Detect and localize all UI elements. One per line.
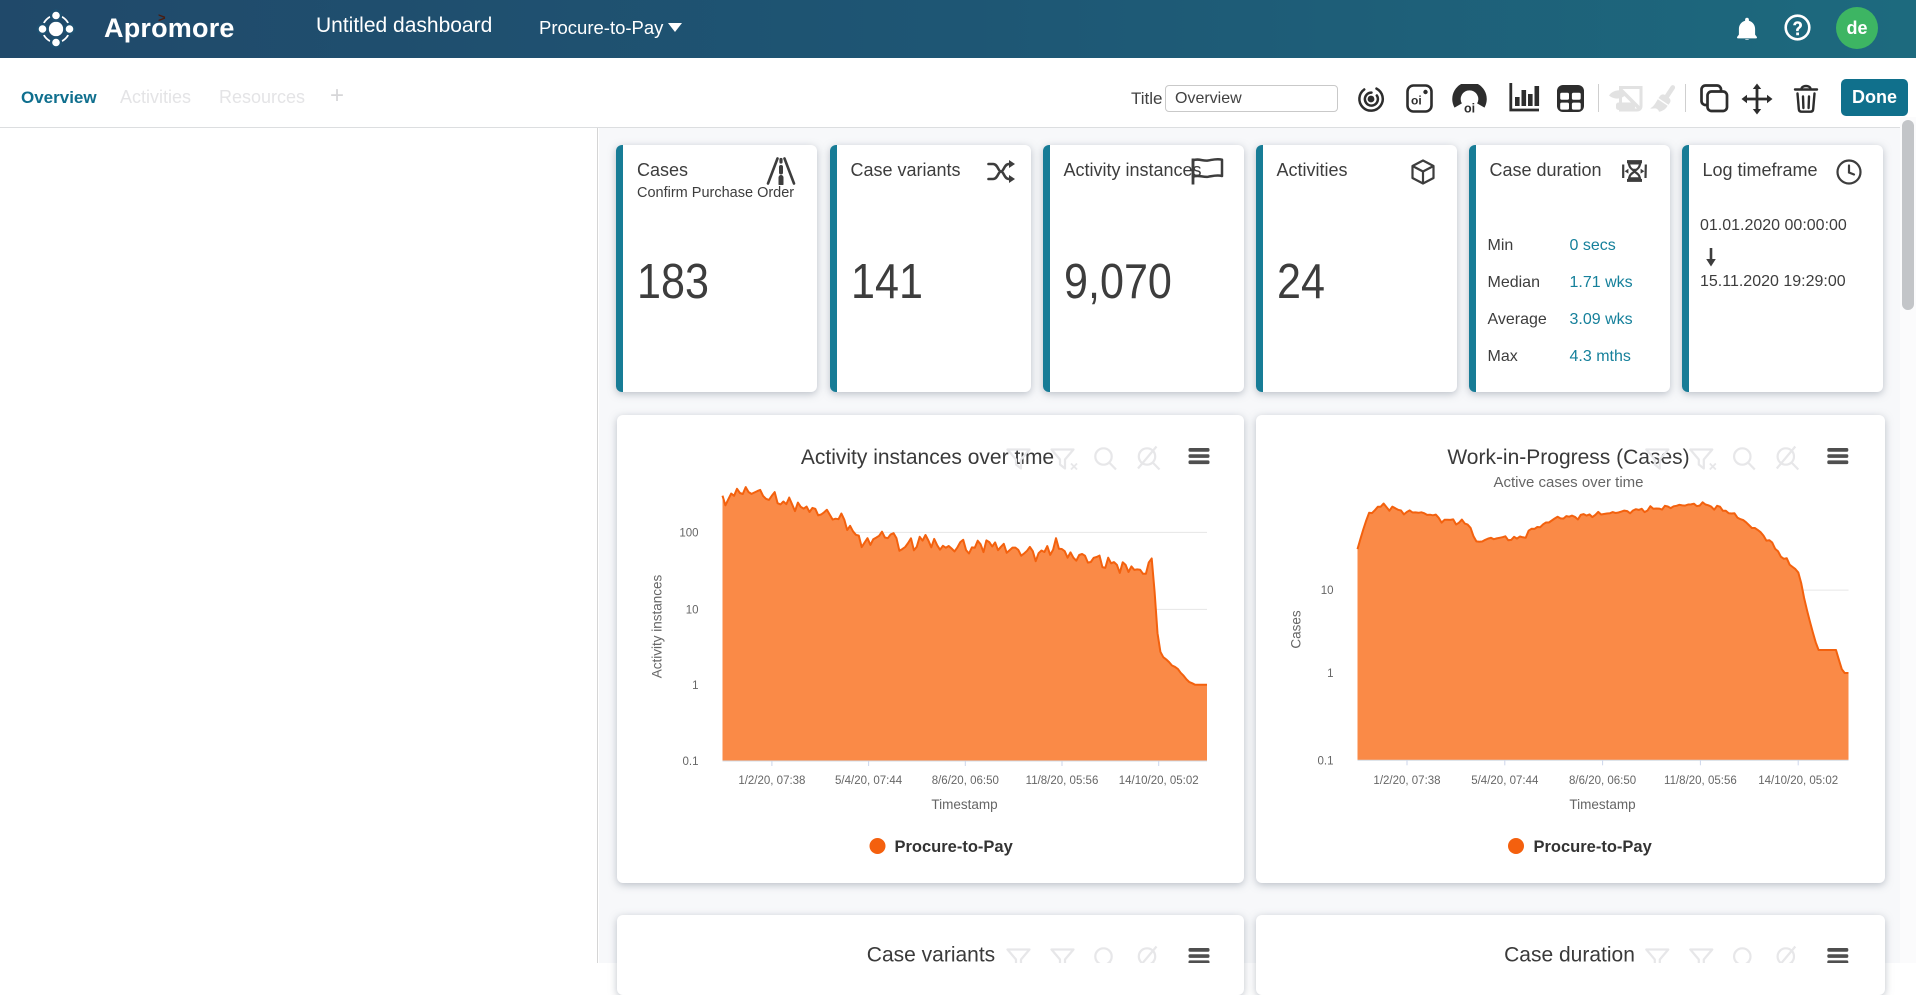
svg-text:Active cases over time: Active cases over time [1493, 474, 1643, 491]
svg-text:1: 1 [1327, 668, 1333, 680]
svg-text:10: 10 [685, 605, 698, 617]
svg-text:0.1: 0.1 [682, 756, 698, 768]
svg-text:Procure-to-Pay: Procure-to-Pay [894, 838, 1013, 856]
svg-text:Cases: Cases [1288, 610, 1303, 649]
svg-text:Case duration: Case duration [1504, 944, 1635, 964]
svg-text:5/4/20, 07:44: 5/4/20, 07:44 [1471, 775, 1539, 787]
svg-text:14/10/20, 05:02: 14/10/20, 05:02 [1118, 775, 1198, 787]
svg-text:Case variants: Case variants [866, 944, 994, 964]
svg-text:oi: oi [1464, 102, 1475, 114]
svg-text:oi: oi [1411, 94, 1422, 108]
svg-text:1/2/20, 07:38: 1/2/20, 07:38 [1373, 775, 1440, 787]
svg-text:100: 100 [679, 528, 698, 540]
svg-text:5/4/20, 07:44: 5/4/20, 07:44 [835, 775, 903, 787]
svg-text:0.1: 0.1 [1317, 755, 1333, 767]
svg-text:11/8/20, 05:56: 11/8/20, 05:56 [1664, 775, 1737, 787]
svg-text:8/6/20, 06:50: 8/6/20, 06:50 [1569, 775, 1636, 787]
svg-text:Timestamp: Timestamp [1569, 797, 1635, 812]
svg-text:11/8/20, 05:56: 11/8/20, 05:56 [1025, 775, 1098, 787]
svg-text:14/10/20, 05:02: 14/10/20, 05:02 [1758, 775, 1838, 787]
svg-text:8/6/20, 06:50: 8/6/20, 06:50 [931, 775, 998, 787]
svg-text:1: 1 [692, 680, 698, 692]
svg-text:Activity instances: Activity instances [649, 574, 664, 678]
svg-text:1/2/20, 07:38: 1/2/20, 07:38 [738, 775, 805, 787]
svg-text:Procure-to-Pay: Procure-to-Pay [1533, 838, 1652, 856]
svg-text:10: 10 [1320, 585, 1333, 597]
svg-text:Timestamp: Timestamp [931, 797, 997, 812]
